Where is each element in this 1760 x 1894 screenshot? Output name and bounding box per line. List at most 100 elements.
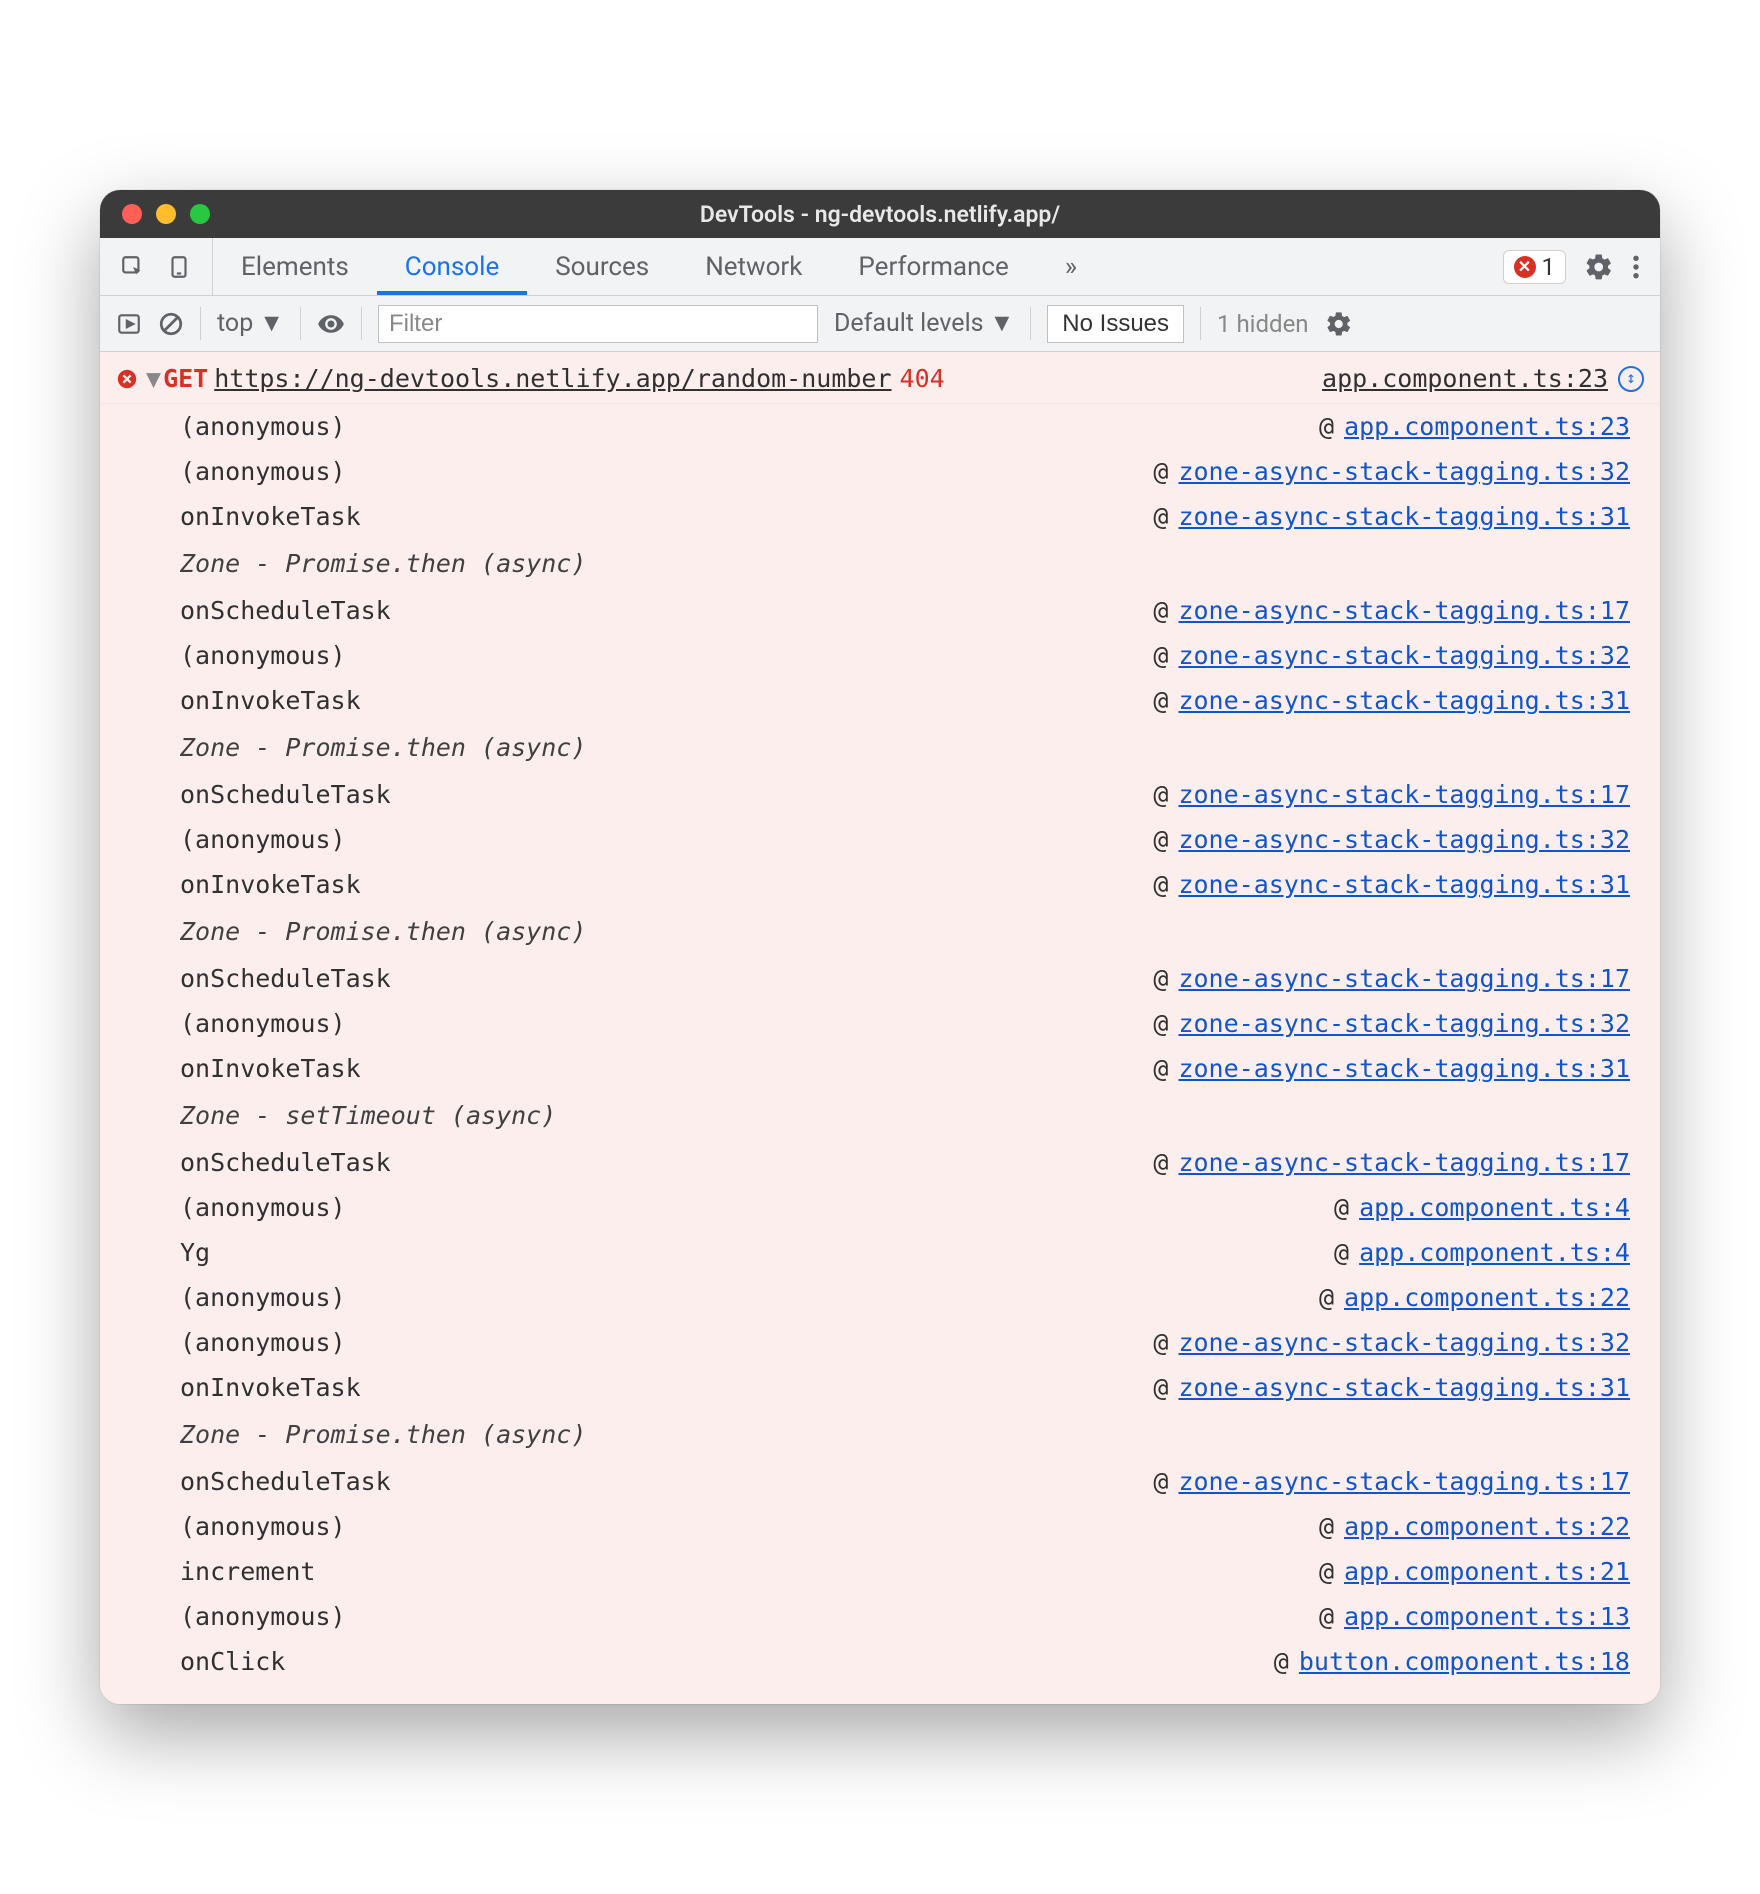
frame-source-link[interactable]: zone-async-stack-tagging.ts:17 [1178,1140,1630,1185]
hidden-count: 1 hidden [1217,310,1309,338]
settings-icon[interactable] [1584,252,1614,282]
stack-frame: onScheduleTask@zone-async-stack-tagging.… [180,956,1630,1001]
tab-sources[interactable]: Sources [527,238,677,295]
frame-function: onScheduleTask [180,1459,391,1504]
at-symbol: @ [1153,956,1168,1001]
frame-function: (anonymous) [180,817,380,862]
frame-function: onScheduleTask [180,588,391,633]
close-icon[interactable] [122,204,142,224]
at-symbol: @ [1153,449,1168,494]
stack-frame: onScheduleTask@zone-async-stack-tagging.… [180,1459,1630,1504]
frame-source-link[interactable]: zone-async-stack-tagging.ts:17 [1178,956,1630,1001]
frame-source-link[interactable]: app.component.ts:22 [1344,1275,1630,1320]
minimize-icon[interactable] [156,204,176,224]
error-count-pill[interactable]: ✕ 1 [1503,250,1567,284]
at-symbol: @ [1153,1320,1168,1365]
frame-source-link[interactable]: zone-async-stack-tagging.ts:32 [1178,817,1630,862]
stack-frame: (anonymous)@zone-async-stack-tagging.ts:… [180,449,1630,494]
at-symbol: @ [1334,1230,1349,1275]
frame-function: (anonymous) [180,404,380,449]
at-symbol: @ [1153,678,1168,723]
disclosure-triangle-icon[interactable]: ▼ [146,356,161,401]
tab-performance[interactable]: Performance [830,238,1036,295]
at-symbol: @ [1153,817,1168,862]
frame-source-link[interactable]: zone-async-stack-tagging.ts:31 [1178,1046,1630,1091]
console-settings-icon[interactable] [1325,310,1353,338]
frame-source-link[interactable]: zone-async-stack-tagging.ts:17 [1178,1459,1630,1504]
zone-label: Zone - Promise.then (async) [180,1410,1630,1459]
error-icon [116,368,138,390]
devtools-window: DevTools - ng-devtools.netlify.app/ Elem… [100,190,1660,1704]
stack-frame: (anonymous)@app.component.ts:4 [180,1185,1630,1230]
error-message-header[interactable]: ▼ GET https://ng-devtools.netlify.app/ra… [100,352,1660,404]
frame-source-link[interactable]: app.component.ts:21 [1344,1549,1630,1594]
console-toolbar: top ▼ Default levels ▼ No Issues 1 hidde… [100,296,1660,352]
stack-frame: onScheduleTask@zone-async-stack-tagging.… [180,772,1630,817]
zone-label: Zone - Promise.then (async) [180,723,1630,772]
tab-network[interactable]: Network [677,238,830,295]
tab-elements[interactable]: Elements [213,238,377,295]
traffic-lights [122,204,210,224]
frame-source-link[interactable]: zone-async-stack-tagging.ts:32 [1178,1001,1630,1046]
frame-source-link[interactable]: app.component.ts:4 [1359,1185,1630,1230]
stack-frame: (anonymous)@zone-async-stack-tagging.ts:… [180,1001,1630,1046]
context-label: top [217,309,253,338]
more-menu-icon[interactable] [1632,254,1640,280]
zone-label: Zone - setTimeout (async) [180,1091,1630,1140]
log-levels-selector[interactable]: Default levels ▼ [834,309,1014,338]
at-symbol: @ [1153,588,1168,633]
tab-console[interactable]: Console [377,238,527,295]
frame-source-link[interactable]: zone-async-stack-tagging.ts:31 [1178,862,1630,907]
at-symbol: @ [1153,1140,1168,1185]
frame-source-link[interactable]: button.component.ts:18 [1299,1639,1630,1684]
live-expression-icon[interactable] [317,310,345,338]
at-symbol: @ [1153,1001,1168,1046]
stack-frame: (anonymous)@zone-async-stack-tagging.ts:… [180,1320,1630,1365]
source-link-header[interactable]: app.component.ts:23 [1322,356,1608,401]
frame-source-link[interactable]: app.component.ts:22 [1344,1504,1630,1549]
at-symbol: @ [1153,862,1168,907]
at-symbol: @ [1153,1046,1168,1091]
stack-frame: onInvokeTask@zone-async-stack-tagging.ts… [180,1046,1630,1091]
frame-source-link[interactable]: app.component.ts:23 [1344,404,1630,449]
window-title: DevTools - ng-devtools.netlify.app/ [700,201,1060,228]
stack-frame: (anonymous)@app.component.ts:22 [180,1504,1630,1549]
frame-function: (anonymous) [180,1594,380,1639]
error-url[interactable]: https://ng-devtools.netlify.app/random-n… [214,356,891,401]
stack-frame: onScheduleTask @zone-async-stack-tagging.… [180,588,1630,633]
tab-more[interactable]: » [1037,238,1105,295]
issues-button[interactable]: No Issues [1047,305,1184,343]
frame-source-link[interactable]: app.component.ts:4 [1359,1230,1630,1275]
stack-frame: (anonymous)@zone-async-stack-tagging.ts:… [180,633,1630,678]
maximize-icon[interactable] [190,204,210,224]
frame-source-link[interactable]: zone-async-stack-tagging.ts:31 [1178,678,1630,723]
inspect-element-icon[interactable] [120,254,146,280]
frame-source-link[interactable]: zone-async-stack-tagging.ts:31 [1178,1365,1630,1410]
frame-source-link[interactable]: zone-async-stack-tagging.ts:32 [1178,449,1630,494]
clear-console-icon[interactable] [158,311,184,337]
zone-label: Zone - Promise.then (async) [180,907,1630,956]
context-selector[interactable]: top ▼ [217,309,284,338]
stack-frame: onInvokeTask@zone-async-stack-tagging.ts… [180,862,1630,907]
frame-function: onInvokeTask [180,678,380,723]
frame-source-link[interactable]: zone-async-stack-tagging.ts:32 [1178,1320,1630,1365]
console-sidebar-toggle-icon[interactable] [116,311,142,337]
at-symbol: @ [1153,494,1168,539]
zone-label: Zone - Promise.then (async) [180,539,1630,588]
navigate-source-icon[interactable]: ↕ [1618,366,1644,392]
stack-frame: (anonymous)@app.component.ts:13 [180,1594,1630,1639]
http-method: GET [163,356,208,401]
frame-source-link[interactable]: app.component.ts:13 [1344,1594,1630,1639]
frame-source-link[interactable]: zone-async-stack-tagging.ts:31 [1178,494,1630,539]
frame-source-link[interactable]: zone-async-stack-tagging.ts:32 [1178,633,1630,678]
frame-source-link[interactable]: zone-async-stack-tagging.ts:17 [1178,772,1630,817]
frame-function: onScheduleTask [180,1140,391,1185]
at-symbol: @ [1319,1275,1334,1320]
at-symbol: @ [1274,1639,1289,1684]
device-toolbar-icon[interactable] [166,254,192,280]
filter-input[interactable] [378,305,818,343]
frame-function: (anonymous) [180,1185,380,1230]
stack-frame: increment@app.component.ts:21 [180,1549,1630,1594]
frame-source-link[interactable]: zone-async-stack-tagging.ts:17 [1178,588,1630,633]
frame-function: (anonymous) [180,1504,380,1549]
